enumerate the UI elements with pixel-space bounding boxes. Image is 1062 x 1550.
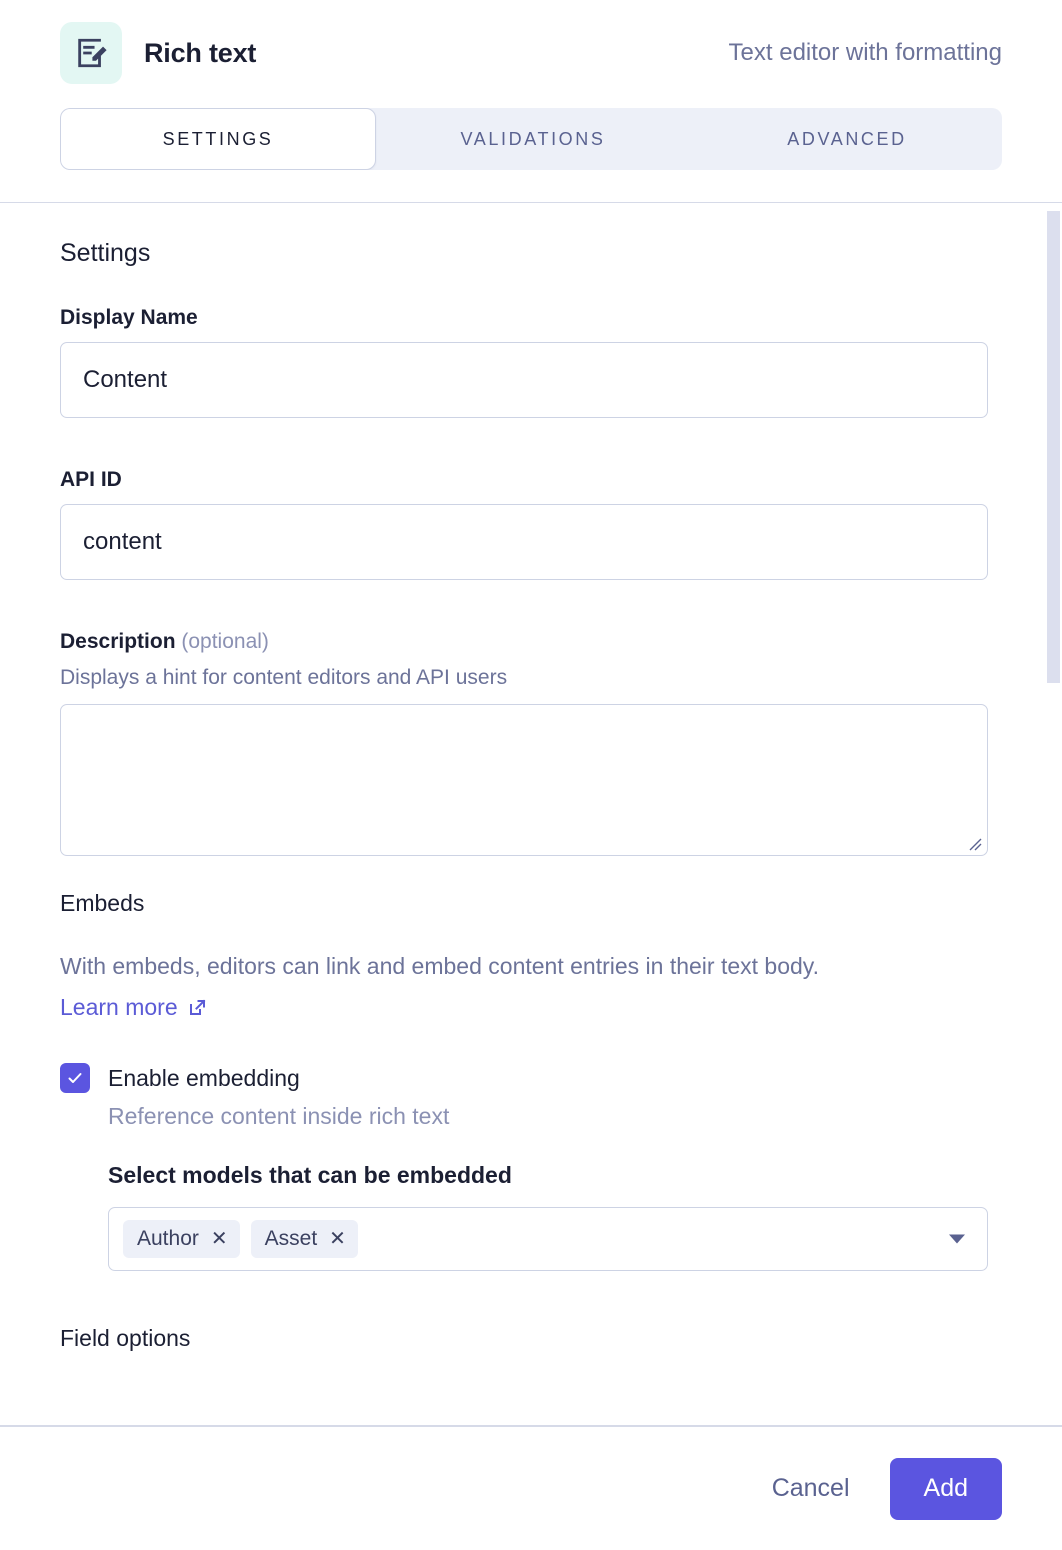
learn-more-link[interactable]: Learn more (60, 994, 207, 1021)
rich-text-document-pencil-icon (60, 22, 122, 84)
header-subtitle: Text editor with formatting (728, 39, 1002, 66)
description-label: Description (optional) (60, 630, 1002, 654)
settings-scroll-region: Settings Display Name API ID Description… (0, 203, 1062, 1425)
learn-more-label: Learn more (60, 994, 178, 1020)
model-chip-label: Author (137, 1227, 199, 1250)
modal-footer: Cancel Add (0, 1425, 1062, 1550)
description-textarea-wrapper (60, 704, 988, 856)
description-label-text: Description (60, 630, 176, 653)
description-hint: Displays a hint for content editors and … (60, 666, 508, 689)
tab-validations[interactable]: VALIDATIONS (376, 108, 690, 170)
embeds-section: Embeds With embeds, editors can link and… (60, 890, 1002, 1352)
embeddable-models-multiselect[interactable]: Author ✕ Asset ✕ (108, 1207, 988, 1271)
display-name-input[interactable] (60, 342, 988, 418)
display-name-field: Display Name (60, 306, 1002, 418)
enable-embedding-sublabel: Reference content inside rich text (108, 1103, 450, 1129)
embeds-description: With embeds, editors can link and embed … (60, 953, 819, 979)
settings-heading: Settings (60, 239, 151, 267)
model-chip-asset[interactable]: Asset ✕ (250, 1220, 358, 1258)
field-settings-modal: Rich text Text editor with formatting SE… (0, 0, 1062, 1550)
external-link-icon (189, 999, 206, 1015)
description-textarea[interactable] (60, 704, 988, 856)
select-models-label: Select models that can be embedded (108, 1162, 512, 1188)
tab-settings[interactable]: SETTINGS (60, 108, 376, 170)
embeds-heading: Embeds (60, 890, 145, 916)
modal-header: Rich text Text editor with formatting SE… (0, 0, 1062, 203)
field-options-heading: Field options (60, 1325, 191, 1351)
enable-embedding-checkbox[interactable] (60, 1063, 90, 1093)
header-row: Rich text Text editor with formatting (60, 22, 1002, 84)
title-group: Rich text (60, 22, 256, 84)
description-field: Description (optional) Displays a hint f… (60, 630, 1002, 856)
model-chip-label: Asset (264, 1227, 318, 1250)
scrollbar-track[interactable] (1046, 203, 1062, 1425)
chevron-down-icon[interactable] (949, 1234, 965, 1244)
settings-panel: Settings Display Name API ID Description… (0, 203, 1062, 1425)
cancel-button[interactable]: Cancel (766, 1464, 856, 1513)
scrollbar-thumb[interactable] (1047, 211, 1060, 683)
api-id-label: API ID (60, 468, 122, 491)
enable-embedding-label: Enable embedding (108, 1064, 300, 1091)
enable-embedding-row[interactable]: Enable embedding (60, 1063, 1002, 1093)
api-id-input[interactable] (60, 504, 988, 580)
model-chip-author[interactable]: Author ✕ (123, 1220, 240, 1258)
page-title: Rich text (144, 37, 257, 68)
tab-bar: SETTINGS VALIDATIONS ADVANCED (60, 108, 1002, 170)
remove-chip-icon[interactable]: ✕ (211, 1229, 228, 1249)
tab-advanced[interactable]: ADVANCED (690, 108, 1002, 170)
description-optional-tag: (optional) (181, 630, 269, 653)
display-name-label: Display Name (60, 306, 198, 329)
remove-chip-icon[interactable]: ✕ (329, 1229, 346, 1249)
checkmark-icon (68, 1073, 82, 1083)
add-button[interactable]: Add (889, 1457, 1002, 1520)
api-id-field: API ID (60, 468, 1002, 580)
